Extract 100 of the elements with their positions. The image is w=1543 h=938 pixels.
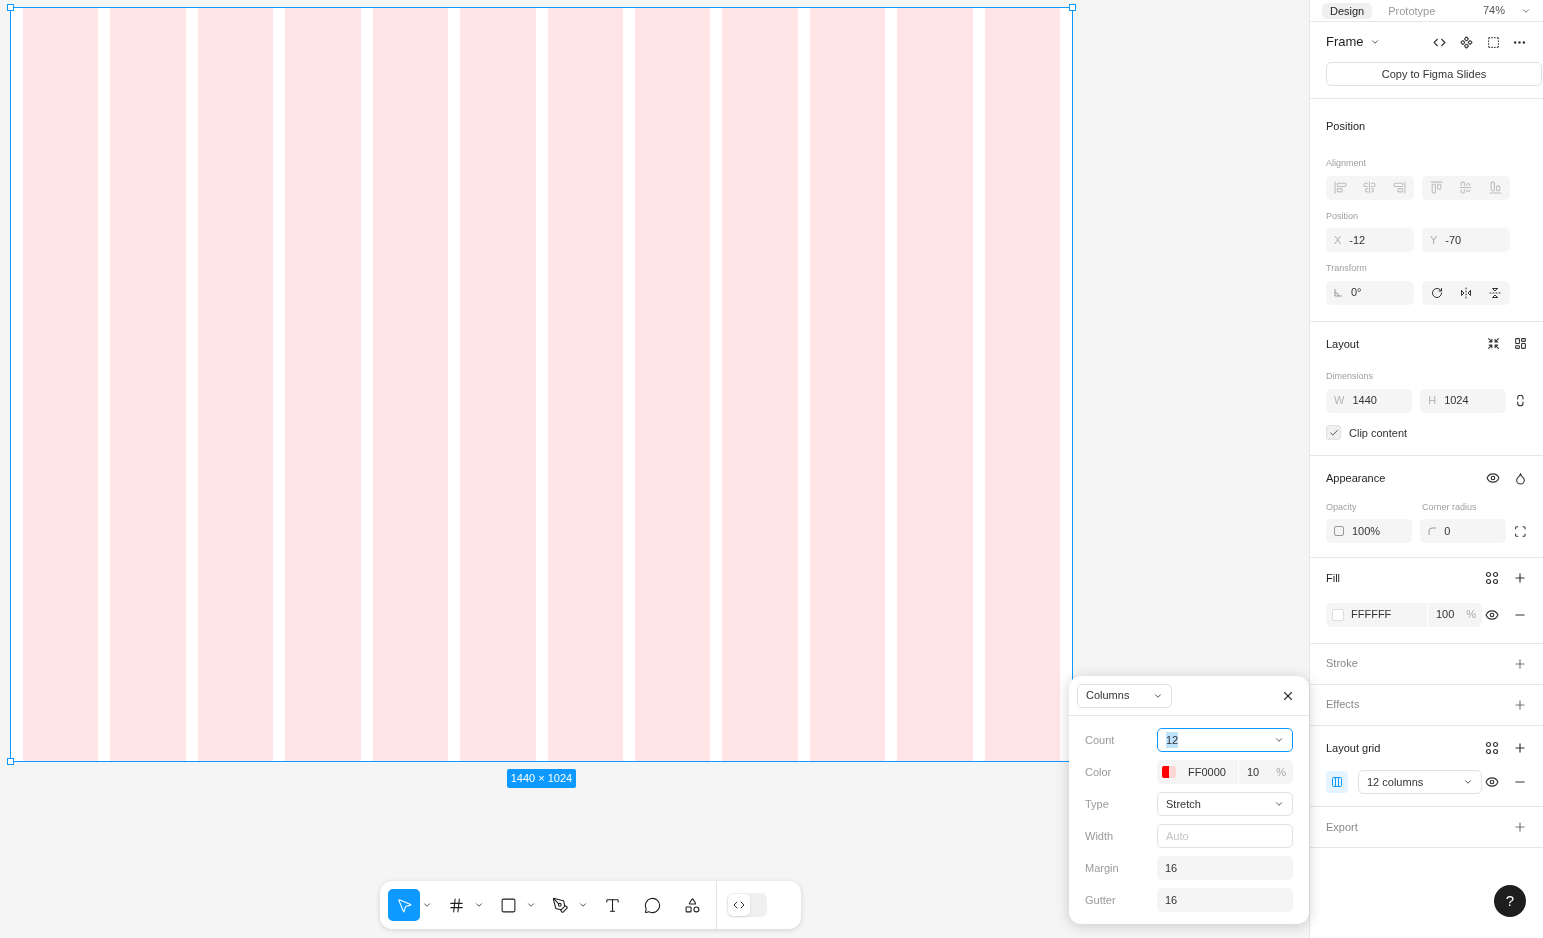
panel-tab[interactable]: Design [1322, 2, 1373, 19]
color-swatch[interactable] [1332, 608, 1344, 621]
hex-value: FFFFFF [1351, 607, 1393, 623]
resize-handle[interactable] [1069, 4, 1076, 11]
field-value: 0 [1444, 523, 1451, 539]
number-field[interactable]: 16 [1157, 856, 1293, 880]
droplet-icon[interactable] [1514, 471, 1527, 485]
eye-icon[interactable] [1485, 775, 1499, 789]
field-value: 100% [1352, 523, 1381, 539]
field-label: Color [1085, 764, 1112, 780]
styles-icon[interactable] [1485, 571, 1499, 586]
auto-layout-icon[interactable] [1514, 337, 1527, 351]
size-label: 1440 × 1024 [506, 769, 577, 788]
height-field[interactable]: H 1024 [1420, 388, 1507, 413]
field-value: 1440 [1352, 393, 1377, 409]
chevron-down-icon[interactable] [578, 900, 588, 910]
chevron-down-icon[interactable] [474, 900, 484, 910]
dev-mode-toggle[interactable] [727, 893, 767, 917]
pointer-icon [395, 896, 413, 914]
percent-unit: % [1276, 764, 1286, 780]
hex-value: FF0000 [1188, 764, 1227, 780]
field-label: Count [1085, 732, 1115, 748]
angle-icon [1334, 288, 1343, 297]
grid-select[interactable]: 12 columns [1358, 770, 1482, 794]
copy-to-slides-button[interactable]: Copy to Figma Slides [1326, 62, 1542, 86]
chevron-down-icon[interactable] [526, 900, 536, 910]
pen-icon [551, 896, 569, 914]
add-icon[interactable] [1513, 697, 1527, 712]
help-button[interactable]: ? [1494, 885, 1526, 917]
add-icon[interactable] [1513, 656, 1527, 671]
field-prefix: X [1334, 232, 1342, 248]
code-icon [733, 899, 745, 911]
chevron-down-icon [1274, 799, 1284, 809]
section-title: Stroke [1326, 656, 1358, 672]
corner-icon [1428, 527, 1437, 535]
rotate-icon[interactable] [1430, 286, 1443, 299]
width-field[interactable]: W 1440 [1326, 388, 1413, 413]
add-icon[interactable] [1513, 571, 1527, 586]
number-field[interactable]: 16 [1157, 888, 1293, 912]
field-prefix: H [1428, 393, 1437, 409]
color-swatch[interactable] [1162, 766, 1169, 778]
grid-kind-select[interactable]: Columns [1077, 683, 1172, 708]
field-label: Opacity [1326, 500, 1358, 514]
fill-field[interactable]: FFFFFF 100 % [1326, 602, 1482, 627]
opacity-icon [1334, 526, 1344, 536]
resize-handle[interactable] [7, 4, 14, 11]
section-title: Appearance [1326, 471, 1386, 486]
x-field[interactable]: X -12 [1326, 228, 1414, 252]
speech-bubble-icon [643, 896, 661, 914]
field-label: Width [1085, 828, 1114, 844]
section-title[interactable]: Frame [1326, 32, 1364, 52]
select-field[interactable]: Stretch [1157, 792, 1293, 816]
field-label: Transform [1326, 262, 1368, 275]
chevron-down-icon [1463, 777, 1473, 787]
hash-icon [447, 896, 465, 914]
section-title: Position [1326, 120, 1366, 132]
chevron-down-icon[interactable] [1369, 37, 1380, 47]
add-icon[interactable] [1513, 740, 1527, 755]
resize-handle[interactable] [7, 758, 14, 765]
field-value: 0° [1351, 285, 1362, 301]
checkbox-label: Clip content [1349, 425, 1408, 441]
percent-unit: % [1466, 607, 1476, 623]
opacity-field[interactable]: 100% [1326, 519, 1413, 543]
corners-icon[interactable] [1514, 524, 1527, 538]
styles-icon[interactable] [1485, 740, 1499, 755]
text-icon [603, 896, 621, 914]
width-input[interactable]: Auto [1157, 824, 1293, 848]
field-prefix: Y [1430, 232, 1438, 248]
flip-horizontal-icon[interactable] [1460, 286, 1472, 299]
section-title: Layout [1326, 336, 1360, 352]
mask-icon[interactable] [1487, 35, 1500, 49]
shrink-icon[interactable] [1487, 337, 1500, 351]
chevron-down-icon[interactable] [422, 900, 432, 910]
chevron-down-icon [1274, 735, 1284, 745]
component-icon[interactable] [1460, 35, 1473, 49]
flip-vertical-icon[interactable] [1489, 286, 1502, 299]
grid-type-button[interactable] [1326, 771, 1348, 793]
field-label: Dimensions [1326, 370, 1375, 383]
add-icon[interactable] [1513, 820, 1527, 834]
clip-checkbox[interactable] [1326, 425, 1341, 441]
section-title: Effects [1326, 697, 1360, 713]
field-label: Corner radius [1422, 500, 1478, 514]
section-title: Fill [1326, 571, 1341, 586]
field-prefix: W [1334, 393, 1345, 409]
field-label: Position [1326, 209, 1360, 223]
color-field[interactable]: FF0000 10 % [1157, 760, 1293, 784]
field-value: -70 [1445, 232, 1462, 248]
corner-radius-field[interactable]: 0 [1420, 519, 1507, 543]
y-field[interactable]: Y -70 [1422, 228, 1510, 252]
field-label: Alignment [1326, 157, 1368, 170]
square-icon [499, 896, 517, 914]
select-field[interactable]: 12 [1157, 728, 1293, 752]
field-label: Gutter [1085, 892, 1116, 908]
opacity-value: 100 [1436, 607, 1455, 623]
field-label: Margin [1085, 860, 1119, 876]
eye-icon[interactable] [1486, 471, 1500, 486]
rotation-field[interactable]: 0° [1326, 280, 1414, 305]
eye-icon[interactable] [1485, 607, 1499, 622]
check-icon [1328, 427, 1339, 438]
zoom-level[interactable]: 74% [1482, 2, 1505, 19]
